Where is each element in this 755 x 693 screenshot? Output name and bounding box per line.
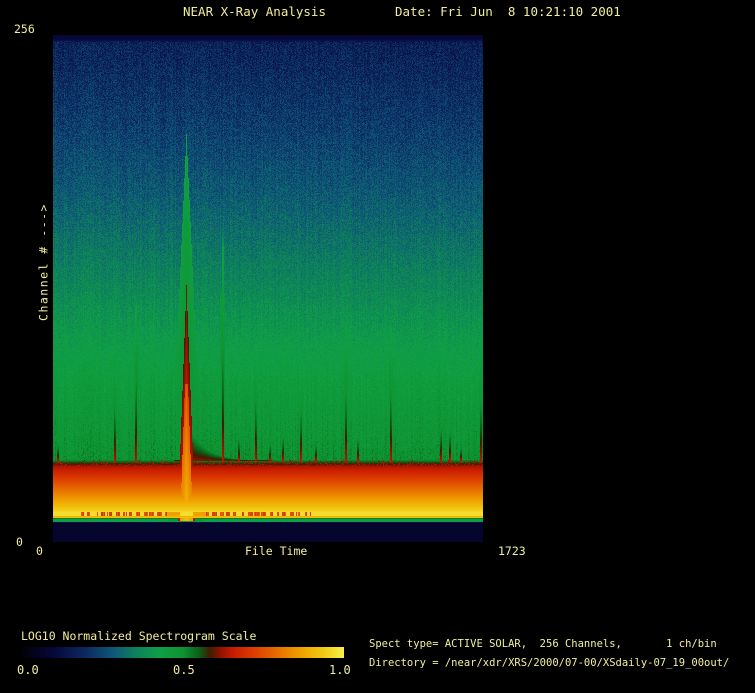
x-axis-min-label: 0 (36, 545, 43, 558)
y-axis-title: Channel # ---> (38, 203, 51, 321)
y-axis-max-label: 256 (14, 23, 35, 36)
spect-type-info-line: Spect type= ACTIVE SOLAR, 256 Channels, … (369, 639, 717, 651)
plot-title: NEAR X-Ray Analysis (183, 5, 326, 19)
directory-info-line: Directory = /near/xdr/XRS/2000/07-00/XSd… (369, 658, 729, 670)
date-label: Date: Fri Jun 8 10:21:10 2001 (395, 5, 621, 19)
app-window: NEAR X-Ray Analysis Date: Fri Jun 8 10:2… (0, 0, 755, 693)
x-axis-max-label: 1723 (498, 545, 526, 558)
colorbar-tick-min: 0.0 (17, 664, 39, 677)
colorbar-gradient (21, 647, 344, 658)
colorbar-tick-mid: 0.5 (173, 664, 195, 677)
spectrogram-canvas (53, 35, 483, 542)
y-axis-min-label: 0 (16, 536, 23, 549)
colorbar-title: LOG10 Normalized Spectrogram Scale (21, 630, 256, 643)
colorbar-tick-max: 1.0 (329, 664, 351, 677)
x-axis-title: File Time (245, 545, 307, 558)
